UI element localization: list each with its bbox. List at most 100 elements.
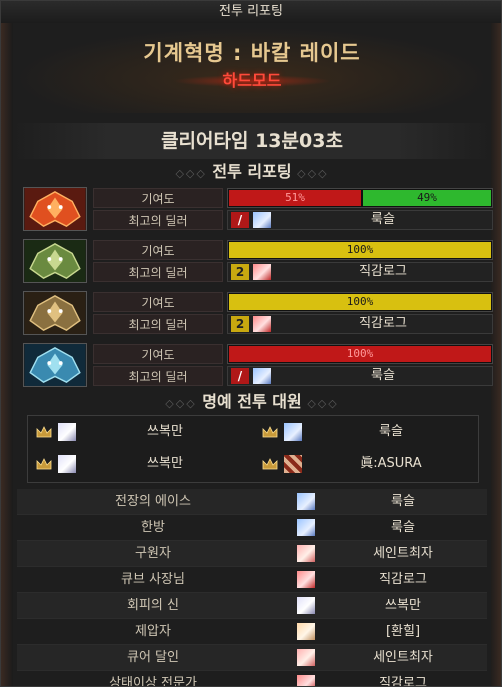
left-ornament-icon: ◇◇◇ — [165, 397, 197, 410]
white-hair-avatar — [58, 423, 76, 441]
contribution-bar-segment: 51% — [229, 190, 361, 206]
best-dealer-name: 룩슬 — [371, 212, 395, 227]
honor-member-name: 眞:ASURA — [360, 456, 422, 471]
blue-hair-avatar — [297, 493, 315, 510]
award-row[interactable]: 큐브 사장님 직감로그 — [17, 567, 487, 593]
contribution-bar-segment: 100% — [229, 346, 491, 362]
honor-member[interactable]: 룩슬 — [254, 416, 478, 448]
award-row[interactable]: 회피의 신 쓰복만 — [17, 593, 487, 619]
boss-report-row: 기여도 최고의 딜러 100% 2 직감로그 — [23, 239, 493, 285]
award-title: 구원자 — [135, 546, 171, 561]
contribution-bar: 51% 49% — [227, 188, 493, 208]
red-hair-avatar — [297, 675, 315, 686]
honor-member[interactable]: 眞:ASURA — [254, 448, 478, 480]
red-hair-avatar — [253, 316, 271, 332]
blue-hair-avatar — [297, 519, 315, 536]
report-section-title: ◇◇◇ 전투 리포팅 ◇◇◇ — [13, 159, 491, 185]
background-left — [1, 23, 13, 686]
slash-class-icon: / — [231, 212, 249, 228]
honor-member[interactable]: 쓰복만 — [28, 448, 252, 480]
award-list: 전장의 에이스 룩슬 한방 룩슬 구원자 세인트최자 큐브 사장님 직감로그 회피의 신… — [17, 489, 487, 687]
best-dealer-name: 직감로그 — [359, 316, 407, 331]
contribution-label: 기여도 — [93, 292, 223, 312]
pixel-avatar — [284, 455, 302, 473]
red-hair-avatar — [253, 264, 271, 280]
award-title: 한방 — [141, 520, 165, 535]
pale-hair-avatar — [297, 623, 315, 640]
honor-members: 쓰복만 룩슬 쓰복만 眞:ASURA — [27, 415, 479, 483]
blue-hair-avatar — [253, 212, 271, 228]
award-winner-name: 룩슬 — [391, 494, 415, 509]
report-section-label: 전투 리포팅 — [212, 162, 292, 181]
blue-hair-avatar — [284, 423, 302, 441]
blue-dragon-emblem-icon — [23, 343, 87, 387]
award-row[interactable]: 한방 룩슬 — [17, 515, 487, 541]
contribution-bar: 100% — [227, 292, 493, 312]
award-winner-name: 세인트최자 — [373, 546, 433, 561]
award-winner-name: 세인트최자 — [373, 650, 433, 665]
right-ornament-icon: ◇◇◇ — [297, 167, 329, 180]
red-hair-avatar — [297, 571, 315, 588]
award-winner-name: 직감로그 — [379, 676, 427, 687]
award-row[interactable]: 전장의 에이스 룩슬 — [17, 489, 487, 515]
award-row[interactable]: 상태이상 전문가 직감로그 — [17, 671, 487, 687]
white-hair-avatar — [58, 455, 76, 473]
award-title: 회피의 신 — [127, 598, 179, 613]
boss-report-row: 기여도 최고의 딜러 100% 2 직감로그 — [23, 291, 493, 337]
report-panel: 기계혁명 : 바칼 레이드 하드모드 클리어타임 13분03초 ◇◇◇ 전투 리… — [13, 23, 493, 687]
contribution-bar-segment: 100% — [229, 294, 491, 310]
raid-header: 기계혁명 : 바칼 레이드 하드모드 — [13, 27, 491, 113]
award-title: 상태이상 전문가 — [109, 676, 197, 687]
honor-section-title: ◇◇◇ 명예 전투 대원 ◇◇◇ — [13, 389, 491, 415]
award-title: 전장의 에이스 — [115, 494, 191, 509]
red-dragon-emblem-icon — [23, 187, 87, 231]
honor-member[interactable]: 쓰복만 — [28, 416, 252, 448]
pink-hair-avatar — [297, 545, 315, 562]
clear-time: 클리어타임 13분03초 — [13, 123, 491, 159]
award-title: 큐어 달인 — [127, 650, 179, 665]
crown-icon — [36, 458, 52, 470]
gold-dragon-emblem-icon — [23, 291, 87, 335]
number-two-class-icon: 2 — [231, 316, 249, 332]
best-dealer[interactable]: 2 직감로그 — [227, 314, 493, 334]
pink-hair-avatar — [297, 649, 315, 666]
contribution-label: 기여도 — [93, 344, 223, 364]
best-dealer-label: 최고의 딜러 — [93, 210, 223, 230]
blue-hair-avatar — [253, 368, 271, 384]
honor-member-name: 쓰복만 — [147, 456, 183, 471]
best-dealer-name: 직감로그 — [359, 264, 407, 279]
award-row[interactable]: 제압자 [환힐] — [17, 619, 487, 645]
award-row[interactable]: 구원자 세인트최자 — [17, 541, 487, 567]
best-dealer[interactable]: / 룩슬 — [227, 366, 493, 386]
right-ornament-icon: ◇◇◇ — [307, 397, 339, 410]
best-dealer-name: 룩슬 — [371, 368, 395, 383]
window-title: 전투 리포팅 — [1, 1, 501, 24]
left-ornament-icon: ◇◇◇ — [175, 167, 207, 180]
award-title: 제압자 — [135, 624, 171, 639]
award-winner-name: [환힐] — [385, 624, 421, 639]
award-row[interactable]: 큐어 달인 세인트최자 — [17, 645, 487, 671]
contribution-label: 기여도 — [93, 240, 223, 260]
contribution-bar: 100% — [227, 240, 493, 260]
number-two-class-icon: 2 — [231, 264, 249, 280]
white-hair-avatar — [297, 597, 315, 614]
best-dealer-label: 최고의 딜러 — [93, 366, 223, 386]
boss-report-row: 기여도 최고의 딜러 100% / 룩슬 — [23, 343, 493, 389]
award-winner-name: 룩슬 — [391, 520, 415, 535]
raid-title: 기계혁명 : 바칼 레이드 — [143, 41, 361, 65]
award-title: 큐브 사장님 — [121, 572, 185, 587]
best-dealer[interactable]: 2 직감로그 — [227, 262, 493, 282]
best-dealer-label: 최고의 딜러 — [93, 314, 223, 334]
best-dealer[interactable]: / 룩슬 — [227, 210, 493, 230]
contribution-label: 기여도 — [93, 188, 223, 208]
award-winner-name: 직감로그 — [379, 572, 427, 587]
honor-member-name: 쓰복만 — [147, 424, 183, 439]
contribution-bar: 100% — [227, 344, 493, 364]
honor-member-name: 룩슬 — [379, 424, 403, 439]
contribution-bar-segment: 100% — [229, 242, 491, 258]
crown-icon — [262, 426, 278, 438]
honor-section-label: 명예 전투 대원 — [202, 392, 302, 411]
crown-icon — [262, 458, 278, 470]
slash-class-icon: / — [231, 368, 249, 384]
award-winner-name: 쓰복만 — [385, 598, 421, 613]
